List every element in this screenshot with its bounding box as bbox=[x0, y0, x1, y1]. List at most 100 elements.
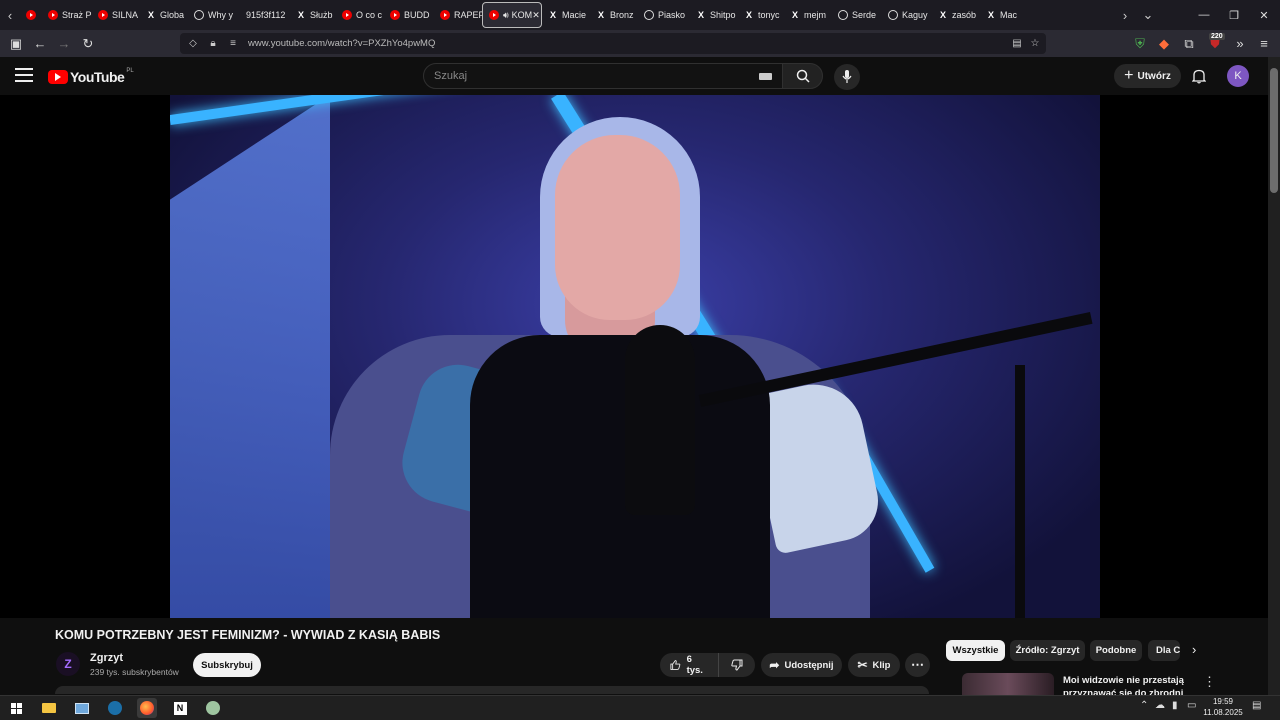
file-explorer-icon[interactable] bbox=[39, 698, 59, 718]
browser-tab[interactable]: Serde bbox=[832, 2, 882, 28]
forward-icon[interactable]: → bbox=[52, 30, 76, 57]
restore-icon[interactable]: ❐ bbox=[1218, 0, 1250, 30]
browser-tab[interactable]: Straż P bbox=[42, 2, 92, 28]
notifications-bell-icon[interactable] bbox=[1190, 67, 1208, 85]
extensions-icon[interactable]: ⧉ bbox=[1177, 30, 1201, 57]
tab-title: BUDD bbox=[404, 10, 430, 20]
reader-view-icon[interactable]: ▤ bbox=[1010, 38, 1024, 49]
tab-title: zasób bbox=[952, 10, 977, 20]
extension-fox-icon[interactable]: ◆ bbox=[1152, 30, 1176, 57]
video-frame[interactable] bbox=[170, 95, 1100, 618]
chip-source-channel[interactable]: Źródło: Zgrzyt bbox=[1010, 640, 1085, 661]
browser-tab[interactable]: 915f3f112 bbox=[240, 2, 290, 28]
like-count: 6 tys. bbox=[686, 654, 703, 676]
browser-tab[interactable]: RAPEF bbox=[434, 2, 482, 28]
browser-tab[interactable]: X Macie bbox=[542, 2, 590, 28]
sidebar-toggle-icon[interactable]: ▣ bbox=[4, 30, 28, 57]
browser-tab[interactable]: Xmejm bbox=[784, 2, 832, 28]
browser-tab[interactable]: Why y bbox=[188, 2, 240, 28]
active-tab[interactable]: 🔊︎ KOM ✕ bbox=[482, 2, 542, 28]
browser-tab[interactable]: X Służb bbox=[290, 2, 336, 28]
youtube-favicon-icon bbox=[342, 10, 352, 20]
more-actions-button[interactable]: ⋯ bbox=[905, 653, 930, 677]
tab-title: Macie bbox=[562, 10, 587, 20]
keyboard-icon[interactable] bbox=[759, 73, 772, 80]
browser-tab[interactable]: Xzasób bbox=[932, 2, 980, 28]
tab-list-dropdown-icon[interactable]: ⌄ bbox=[1138, 0, 1158, 30]
taskbar-clock[interactable]: 19:59 11.08.2025 bbox=[1202, 696, 1244, 718]
clip-button[interactable]: ✂ Klip bbox=[848, 653, 900, 677]
app-menu-icon[interactable]: ≡ bbox=[1252, 30, 1276, 57]
recommended-video-thumbnail[interactable] bbox=[962, 673, 1054, 695]
chips-next-icon[interactable]: › bbox=[1192, 642, 1196, 657]
tab-title: Globa bbox=[160, 10, 185, 20]
steam-icon[interactable] bbox=[105, 698, 125, 718]
browser-tab[interactable]: Kaguy bbox=[882, 2, 932, 28]
guide-menu-icon[interactable] bbox=[15, 68, 33, 82]
close-window-icon[interactable]: ✕ bbox=[1248, 0, 1280, 30]
tab-title: KOM bbox=[511, 10, 533, 20]
tab-title: O co c bbox=[356, 10, 383, 20]
clock-time: 19:59 bbox=[1212, 697, 1234, 706]
permissions-icon[interactable]: ≡ bbox=[226, 38, 240, 49]
browser-tab[interactable]: X Shitpo bbox=[690, 2, 738, 28]
browser-tab[interactable]: X Globa bbox=[140, 2, 188, 28]
bookmark-star-icon[interactable]: ☆ bbox=[1028, 38, 1042, 49]
search-button[interactable] bbox=[782, 63, 823, 89]
browser-tab[interactable]: BUDD bbox=[384, 2, 434, 28]
notion-icon[interactable]: N bbox=[170, 698, 190, 718]
recommended-video-title[interactable]: Moi widzowie nie przestają przyznawać si… bbox=[1063, 674, 1198, 696]
network-app-icon[interactable] bbox=[72, 698, 92, 718]
extension-shield-icon[interactable]: ⛨ bbox=[1128, 30, 1152, 57]
browser-tab[interactable]: O co c bbox=[336, 2, 384, 28]
recommended-more-icon[interactable]: ⋮ bbox=[1203, 674, 1216, 690]
lock-icon[interactable]: 🔒︎ bbox=[206, 38, 220, 49]
chip-for-you[interactable]: Dla C bbox=[1148, 640, 1180, 661]
tab-title: Służb bbox=[310, 10, 333, 20]
voice-search-button[interactable] bbox=[834, 64, 860, 90]
dislike-button[interactable] bbox=[719, 653, 755, 677]
address-bar[interactable]: ◇ 🔒︎ ≡ www.youtube.com/watch?v=PXZhYo4pw… bbox=[180, 33, 1046, 54]
browser-tab[interactable] bbox=[20, 2, 42, 28]
browser-tab[interactable]: Xtonyc bbox=[738, 2, 784, 28]
reload-icon[interactable]: ↻ bbox=[76, 30, 100, 57]
thumbs-up-icon bbox=[670, 660, 681, 670]
description-box[interactable] bbox=[55, 686, 929, 694]
youtube-logo[interactable]: YouTube PL bbox=[48, 68, 134, 85]
browser-tab[interactable]: X Mac bbox=[980, 2, 1018, 28]
back-icon[interactable]: ← bbox=[28, 30, 52, 57]
usb-icon[interactable]: ▮ bbox=[1172, 700, 1178, 711]
tracking-shield-icon[interactable]: ◇ bbox=[186, 38, 200, 49]
tray-chevron-icon[interactable]: ⌃ bbox=[1140, 700, 1148, 711]
account-avatar[interactable]: K bbox=[1227, 65, 1249, 87]
onedrive-icon[interactable]: ☁ bbox=[1155, 700, 1165, 711]
minimize-icon[interactable]: — bbox=[1188, 0, 1220, 30]
scrollbar-thumb[interactable] bbox=[1270, 68, 1278, 193]
tab-scroll-left-icon[interactable]: ‹ bbox=[0, 0, 20, 30]
overflow-chevron-icon[interactable]: » bbox=[1228, 30, 1252, 57]
channel-name[interactable]: Zgrzyt bbox=[90, 652, 123, 664]
browser-tab[interactable]: Piasko bbox=[638, 2, 690, 28]
x-favicon-icon: X bbox=[987, 10, 994, 20]
share-button[interactable]: ➦ Udostępnij bbox=[761, 653, 842, 677]
channel-avatar[interactable]: Z bbox=[56, 652, 80, 676]
network-icon[interactable]: ▭ bbox=[1187, 700, 1196, 711]
chip-related[interactable]: Podobne bbox=[1090, 640, 1142, 661]
app-icon[interactable] bbox=[203, 698, 223, 718]
firefox-icon[interactable] bbox=[137, 698, 157, 718]
browser-tab[interactable]: X Bronz bbox=[590, 2, 638, 28]
browser-tab-strip: ‹ Straż P SILNA X Globa Why y 915f3f112 X Służb… bbox=[0, 0, 1280, 30]
tab-close-icon[interactable]: ✕ bbox=[532, 10, 540, 21]
browser-tab[interactable]: SILNA bbox=[92, 2, 140, 28]
search-input[interactable] bbox=[434, 70, 744, 82]
create-button[interactable]: + Utwórz bbox=[1114, 64, 1181, 88]
x-favicon-icon: X bbox=[549, 10, 556, 20]
like-button[interactable]: 6 tys. bbox=[660, 653, 719, 677]
tab-scroll-right-icon[interactable]: › bbox=[1115, 0, 1135, 30]
subscribe-button[interactable]: Subskrybuj bbox=[193, 653, 261, 677]
notification-center-icon[interactable]: ▤ bbox=[1252, 700, 1261, 711]
more-horizontal-icon: ⋯ bbox=[911, 657, 924, 672]
tab-audio-icon[interactable]: 🔊︎ bbox=[503, 10, 509, 21]
windows-start-icon[interactable] bbox=[6, 698, 26, 718]
chip-all[interactable]: Wszystkie bbox=[946, 640, 1005, 661]
